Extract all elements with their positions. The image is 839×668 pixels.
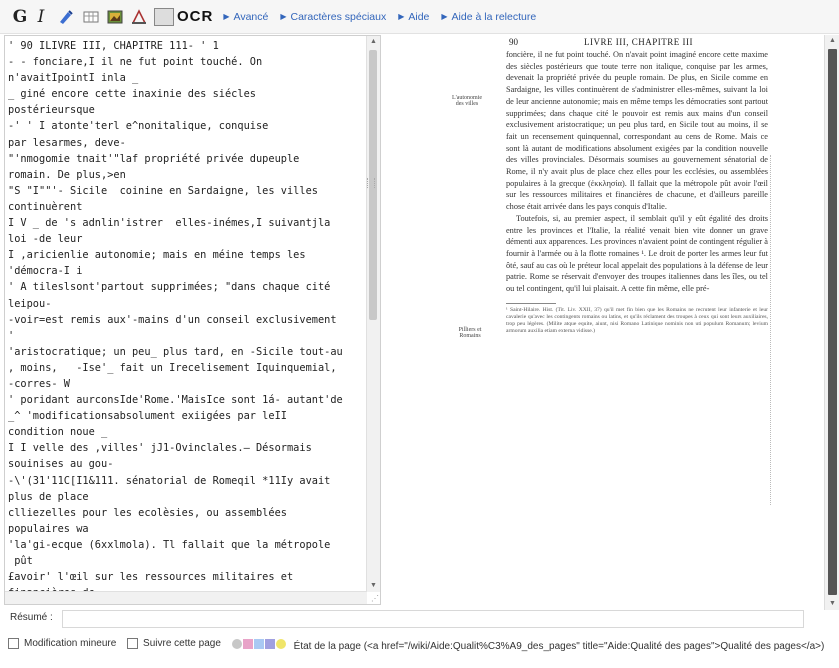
proofreading-help-label: Aide à la relecture xyxy=(451,10,537,23)
page-scroll-thumb[interactable] xyxy=(828,49,837,595)
editor-line: "'nmogomie tnait'"laf propriété privée d… xyxy=(8,152,300,165)
editor-line: pût xyxy=(8,555,33,567)
triangle-right-icon: ▶ xyxy=(223,12,230,21)
scan-chapter-title: LIVRE III, CHAPITRE III xyxy=(584,37,693,47)
status-problematic-radio[interactable] xyxy=(253,639,264,649)
editor-line: condition noue _ xyxy=(8,426,108,439)
scan-page-number: 90 xyxy=(509,37,518,47)
editor-line: I ,aricienlie autonomie; mais en méine t… xyxy=(8,249,306,262)
page-vertical-scrollbar[interactable]: ▲ ▼ xyxy=(824,35,839,610)
editor-line: -\'(31'11C[I1&111. sénatorial de Romeqil… xyxy=(8,474,331,487)
summary-input[interactable] xyxy=(62,610,804,628)
editor-line: loi -de leur xyxy=(8,233,83,246)
status-validated-radio[interactable] xyxy=(275,639,286,649)
ocr-icon[interactable] xyxy=(154,7,174,26)
gallery-icon[interactable] xyxy=(106,8,124,26)
scan-footnote: ¹ Saint-Hilaire. Hist. (Tit. Liv. XXII, … xyxy=(506,306,768,334)
watch-page-label: Suivre cette page xyxy=(143,638,221,649)
scan-footnote-rule xyxy=(506,302,556,304)
advanced-link[interactable]: ▶ Avancé xyxy=(223,11,268,23)
editor-line: ' xyxy=(8,329,15,342)
scan-paragraph: foncière, il ne fut point touché. On n'a… xyxy=(506,50,768,212)
editor-line: -voir=est remis aux'-mains d'un conseil … xyxy=(8,313,337,326)
scanned-page-image: 90 LIVRE III, CHAPITRE III L'autonomie d… xyxy=(384,35,822,610)
scan-body-text: foncière, il ne fut point touché. On n'a… xyxy=(506,49,768,335)
proofreading-help-link[interactable]: ▶ Aide à la relecture xyxy=(441,11,536,23)
editor-line: 'démocra-I i xyxy=(8,265,83,278)
triangle-right-icon: ▶ xyxy=(441,12,448,21)
editor-line: par lesarmes, deve- xyxy=(8,136,126,149)
editor-line: n'avaitIpointI inla _ xyxy=(8,72,139,85)
editor-line: continuèrent xyxy=(8,200,83,213)
help-link[interactable]: ▶ Aide xyxy=(398,11,429,23)
signature-icon[interactable] xyxy=(58,8,76,26)
minor-edit-label: Modification mineure xyxy=(24,638,117,649)
bold-button[interactable]: G xyxy=(12,7,28,27)
edit-options: Modification mineure Suivre cette page É… xyxy=(8,636,839,654)
editor-horizontal-scrollbar[interactable] xyxy=(5,591,367,604)
summary-label: Résumé : xyxy=(10,612,53,623)
editor-line: £avoir' l'œil sur les ressources militai… xyxy=(8,571,294,584)
advanced-label: Avancé xyxy=(233,10,269,23)
scan-margin-note: L'autonomie des villes xyxy=(451,95,483,107)
status-not-proofread-radio[interactable] xyxy=(242,639,253,649)
minor-edit-checkbox[interactable] xyxy=(8,638,19,649)
status-without-text-radio[interactable] xyxy=(231,639,242,649)
page-status-label: État de la page (<a href="/wiki/Aide:Qua… xyxy=(293,641,825,652)
editor-line: souinises au gou- xyxy=(8,458,114,471)
triangle-right-icon: ▶ xyxy=(398,12,405,21)
editor-line: I V _ de 's adnlin'istrer elles-inémes,I… xyxy=(8,217,331,230)
special-characters-label: Caractères spéciaux xyxy=(290,10,387,23)
reference-icon[interactable] xyxy=(130,8,148,26)
scroll-up-icon[interactable]: ▲ xyxy=(825,35,839,47)
splitter-handle[interactable] xyxy=(367,178,375,188)
editor-line: "S "I""'- Sicile coinine en Sardaigne, l… xyxy=(8,184,318,197)
table-icon[interactable] xyxy=(82,8,100,26)
scroll-down-icon[interactable]: ▼ xyxy=(367,580,380,592)
editor-line: _ giné encore cette inaxinie des siécles xyxy=(8,88,256,101)
scan-edge xyxy=(770,155,773,505)
editor-line: leipou- xyxy=(8,297,52,310)
editor-line: -corres- W xyxy=(8,377,70,390)
editor-line: ' A tileslsont'partout supprimées; "dans… xyxy=(8,281,331,294)
editor-vertical-scrollbar[interactable]: ▲ ▼ xyxy=(366,36,380,592)
editor-line: 'la'gi-ecque (6xxlmola). Tl fallait que … xyxy=(8,538,331,551)
editor-line: postérieursque xyxy=(8,104,95,117)
watch-page-checkbox[interactable] xyxy=(127,638,139,649)
editor-text-area[interactable]: ' 90 ILIVRE III, CHAPITRE 111- ' 1 - - fo… xyxy=(8,38,368,598)
minor-edit-option[interactable]: Modification mineure xyxy=(8,636,116,651)
editor-line: - - fonciare,I il ne fut point touché. O… xyxy=(8,56,263,69)
editor-line: , moins, -Ise'_ fait un Irecelisement Iq… xyxy=(8,361,337,374)
editor-line: 'aristocratique; un peu_ plus tard, en -… xyxy=(8,345,343,358)
special-characters-link[interactable]: ▶ Caractères spéciaux xyxy=(280,11,386,23)
triangle-right-icon: ▶ xyxy=(280,12,287,21)
editor-line: romain. De plus,>en xyxy=(8,168,126,181)
status-proofread-radio[interactable] xyxy=(264,639,275,649)
text-editor[interactable]: ' 90 ILIVRE III, CHAPITRE 111- ' 1 - - fo… xyxy=(4,35,381,605)
scan-running-head: 90 LIVRE III, CHAPITRE III xyxy=(509,37,759,47)
editor-line: plus de place xyxy=(8,490,89,503)
page-status-selector[interactable] xyxy=(231,639,286,649)
summary-row: Résumé : xyxy=(0,610,839,632)
editor-line: I I velle des ,villes' jJ1-Ovinclales.— … xyxy=(8,442,312,455)
editor-line: ' poridant aurconsIde'Rome.'MaisIce sont… xyxy=(8,394,343,407)
resize-grip-icon[interactable]: ⋰ xyxy=(371,594,379,603)
edit-toolbar: G I OCR ▶ Avancé ▶ Caractères spéciaux ▶ Ai… xyxy=(0,0,839,34)
editor-line: clliezelles pour les ecolèsies, ou assem… xyxy=(8,506,287,519)
watch-page-option[interactable]: Suivre cette page xyxy=(127,636,221,651)
editor-line: -' ' I atonte'terl e^nonitalique, conqui… xyxy=(8,120,269,133)
help-label: Aide xyxy=(408,10,430,23)
italic-button[interactable]: I xyxy=(34,7,48,27)
scan-margin-note: Pilliers et Romains xyxy=(458,327,482,339)
scroll-up-icon[interactable]: ▲ xyxy=(367,36,380,48)
scan-paragraph: Toutefois, si, au premier aspect, il sem… xyxy=(506,213,768,294)
editor-line: populaires wa xyxy=(8,522,89,535)
editor-line: ' 90 ILIVRE III, CHAPITRE 111- ' 1 xyxy=(8,40,219,52)
scroll-down-icon[interactable]: ▼ xyxy=(825,598,839,610)
editor-line: _^ 'modificationsabsolument exiigées par… xyxy=(8,410,287,423)
ocr-button[interactable]: OCR xyxy=(177,8,213,25)
